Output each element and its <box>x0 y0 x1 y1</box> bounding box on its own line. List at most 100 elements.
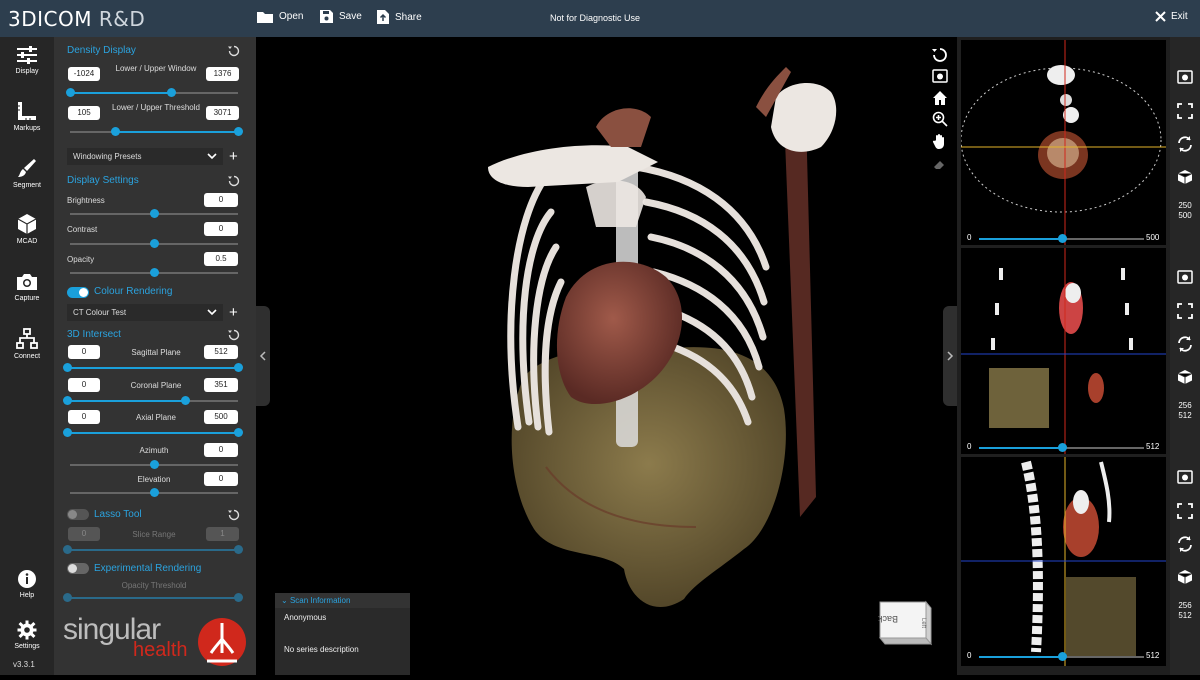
rail-segment[interactable]: Segment <box>0 157 54 189</box>
collapse-left-panel-button[interactable] <box>256 306 270 406</box>
rail-display[interactable]: Display <box>0 45 54 75</box>
colour-rendering-toggle[interactable] <box>67 287 89 298</box>
sagittal-slice-view[interactable]: 0 512 <box>961 457 1166 666</box>
opacity-threshold-slider[interactable] <box>63 593 243 602</box>
sync-icon[interactable] <box>1177 536 1193 552</box>
window-lower-input[interactable]: -1024 <box>68 67 100 81</box>
sync-icon[interactable] <box>1177 136 1193 152</box>
coronal-lower-input[interactable]: 0 <box>68 378 100 392</box>
elevation-input[interactable]: 0 <box>204 472 238 486</box>
exit-button[interactable]: Exit <box>1155 11 1188 22</box>
window-lower-handle[interactable] <box>66 88 75 97</box>
coronal-slice-slider[interactable] <box>979 443 1144 452</box>
rail-markups[interactable]: Markups <box>0 100 54 132</box>
reset-view-icon[interactable] <box>932 47 948 63</box>
share-button[interactable]: Share <box>377 10 422 24</box>
opacity-slider[interactable] <box>70 268 238 277</box>
azimuth-handle[interactable] <box>150 460 159 469</box>
threshold-lower-input[interactable]: 105 <box>68 106 100 120</box>
rail-connect[interactable]: Connect <box>0 328 54 360</box>
slice-range-upper-handle[interactable] <box>234 545 243 554</box>
cube-icon[interactable] <box>1177 369 1193 385</box>
coronal-upper-handle[interactable] <box>180 396 190 405</box>
window-range-slider[interactable] <box>66 88 238 97</box>
lasso-tool-toggle[interactable] <box>67 509 89 520</box>
axial-range-slider[interactable] <box>63 428 243 437</box>
sagittal-slice-handle[interactable] <box>1057 652 1067 661</box>
screenshot-icon[interactable] <box>932 68 948 84</box>
cube-icon[interactable] <box>1177 169 1193 185</box>
azimuth-input[interactable]: 0 <box>204 443 238 457</box>
zoom-icon[interactable] <box>932 111 948 127</box>
sagittal-upper-input[interactable]: 512 <box>204 345 238 359</box>
brightness-input[interactable]: 0 <box>204 193 238 207</box>
eraser-icon[interactable] <box>932 155 948 171</box>
screenshot-icon[interactable] <box>1177 69 1193 85</box>
threshold-lower-handle[interactable] <box>111 127 121 136</box>
coronal-range-slider[interactable] <box>63 396 238 405</box>
brightness-handle[interactable] <box>150 209 159 218</box>
axial-upper-input[interactable]: 500 <box>204 410 238 424</box>
contrast-input[interactable]: 0 <box>204 222 238 236</box>
brightness-slider[interactable] <box>70 209 238 218</box>
opacity-input[interactable]: 0.5 <box>204 252 238 266</box>
coronal-slice-handle[interactable] <box>1057 443 1067 452</box>
contrast-handle[interactable] <box>150 239 159 248</box>
coronal-upper-input[interactable]: 351 <box>204 378 238 392</box>
add-preset-button[interactable]: + <box>229 149 238 164</box>
axial-slice-view[interactable]: 0 500 <box>961 40 1166 245</box>
windowing-presets-dropdown[interactable]: Windowing Presets <box>67 148 223 165</box>
axial-lower-input[interactable]: 0 <box>68 410 100 424</box>
coronal-lower-handle[interactable] <box>63 396 72 405</box>
slice-range-lower-handle[interactable] <box>63 545 72 554</box>
fullscreen-icon[interactable] <box>1177 103 1193 119</box>
collapse-right-panel-button[interactable] <box>943 306 957 406</box>
reset-icon[interactable] <box>228 175 240 187</box>
axial-upper-handle[interactable] <box>234 428 243 437</box>
axial-slice-slider[interactable] <box>979 234 1144 243</box>
reset-icon[interactable] <box>228 45 240 57</box>
cube-icon[interactable] <box>1177 569 1193 585</box>
rail-capture[interactable]: Capture <box>0 272 54 302</box>
orientation-cube[interactable]: Back Left <box>874 600 933 650</box>
fullscreen-icon[interactable] <box>1177 503 1193 519</box>
sagittal-slice-slider[interactable] <box>979 652 1144 661</box>
opacity-threshold-lower-handle[interactable] <box>63 593 72 602</box>
threshold-upper-input[interactable]: 3071 <box>206 106 239 120</box>
elevation-slider[interactable] <box>70 488 238 497</box>
scan-information-header[interactable]: ⌄ Scan Information <box>275 593 410 608</box>
contrast-slider[interactable] <box>70 239 238 248</box>
sagittal-upper-handle[interactable] <box>234 363 243 372</box>
slice-range-slider[interactable] <box>63 545 243 554</box>
rail-mcad[interactable]: MCAD <box>0 213 54 245</box>
colour-preset-dropdown[interactable]: CT Colour Test <box>67 304 223 321</box>
reset-icon[interactable] <box>228 509 240 521</box>
sagittal-range-slider[interactable] <box>63 363 243 372</box>
opacity-handle[interactable] <box>150 268 159 277</box>
axial-slice-handle[interactable] <box>1057 234 1067 243</box>
home-icon[interactable] <box>932 90 948 106</box>
azimuth-slider[interactable] <box>70 460 238 469</box>
add-colour-preset-button[interactable]: + <box>229 305 238 320</box>
reset-icon[interactable] <box>228 329 240 341</box>
coronal-slice-view[interactable]: 0 512 <box>961 248 1166 454</box>
slice-range-upper-input[interactable]: 1 <box>206 527 239 541</box>
screenshot-icon[interactable] <box>1177 269 1193 285</box>
save-button[interactable]: Save <box>320 10 362 23</box>
volume-render-viewport[interactable]: Back Left <box>256 37 957 675</box>
pan-hand-icon[interactable] <box>932 133 948 149</box>
rail-help[interactable]: Help <box>0 569 54 599</box>
screenshot-icon[interactable] <box>1177 469 1193 485</box>
threshold-upper-handle[interactable] <box>234 127 243 136</box>
axial-lower-handle[interactable] <box>63 428 72 437</box>
window-upper-input[interactable]: 1376 <box>206 67 239 81</box>
opacity-threshold-upper-handle[interactable] <box>234 593 243 602</box>
experimental-rendering-toggle[interactable] <box>67 563 89 574</box>
fullscreen-icon[interactable] <box>1177 303 1193 319</box>
sync-icon[interactable] <box>1177 336 1193 352</box>
rail-settings[interactable]: Settings <box>0 620 54 650</box>
threshold-range-slider[interactable] <box>70 127 243 136</box>
sagittal-lower-input[interactable]: 0 <box>68 345 100 359</box>
window-upper-handle[interactable] <box>166 88 176 97</box>
open-button[interactable]: Open <box>257 10 303 23</box>
